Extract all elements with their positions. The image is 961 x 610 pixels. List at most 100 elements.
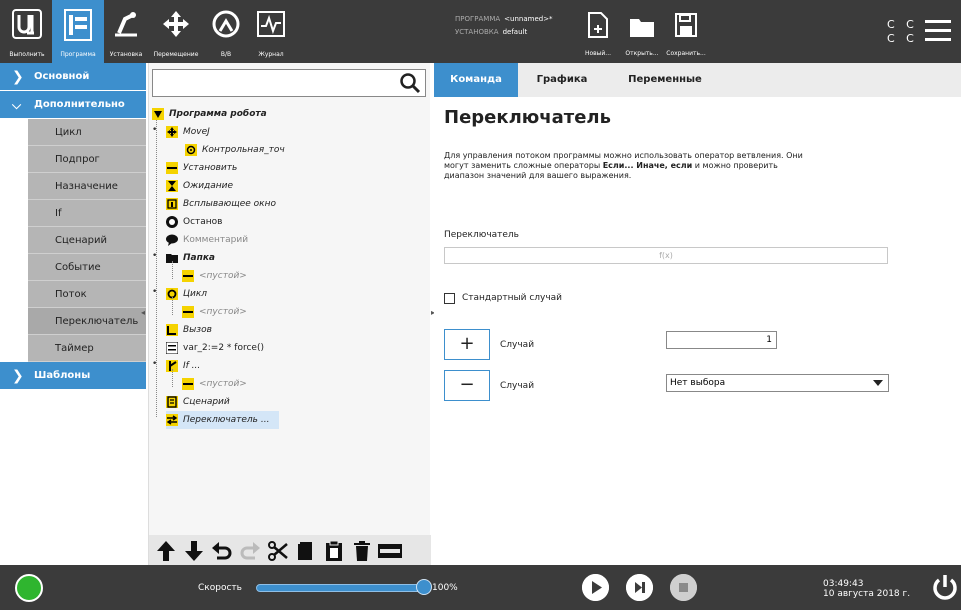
- suppress-icon[interactable]: [377, 540, 403, 562]
- ur-logo-icon: [12, 9, 42, 43]
- sidebar-item-timer[interactable]: Таймер: [28, 335, 146, 362]
- sidebar-item-loop[interactable]: Цикл: [28, 119, 146, 146]
- paste-icon[interactable]: [323, 540, 345, 562]
- stop-button[interactable]: [670, 574, 697, 601]
- tree-node-label: Контрольная_точ: [202, 145, 285, 155]
- tab-variables[interactable]: Переменные: [606, 63, 724, 97]
- move-icon: [166, 126, 178, 138]
- move-down-icon[interactable]: [183, 540, 205, 562]
- redo-icon[interactable]: [239, 540, 261, 562]
- nav-program[interactable]: Программа: [52, 0, 104, 63]
- case-select-dropdown[interactable]: Нет выбора: [666, 374, 889, 392]
- tree-node-script[interactable]: Сценарий: [166, 393, 406, 411]
- speed-slider-track[interactable]: [256, 584, 426, 592]
- new-file-icon: [587, 12, 609, 42]
- sidebar-category-advanced[interactable]: ⌵ Дополнительно: [0, 91, 146, 119]
- waypoint-icon: [185, 144, 197, 156]
- tree-node-halt[interactable]: Останов: [166, 213, 406, 231]
- remove-case-button[interactable]: −: [444, 370, 490, 401]
- installation-icon: [111, 9, 141, 43]
- tree-node-empty[interactable]: <пустой>: [182, 303, 402, 321]
- undo-icon[interactable]: [211, 540, 233, 562]
- nav-run[interactable]: Выполнить: [4, 0, 50, 63]
- save-button[interactable]: Сохранить...: [666, 8, 706, 58]
- speed-label: Скорость: [198, 583, 242, 593]
- tree-node-label: Всплывающее окно: [183, 199, 277, 209]
- hamburger-menu-icon[interactable]: [925, 20, 951, 42]
- open-button[interactable]: Открыть...: [622, 8, 662, 58]
- power-icon[interactable]: [932, 574, 958, 606]
- play-button[interactable]: [582, 574, 609, 601]
- tree-node-assignment[interactable]: var_2:=2 * force(): [165, 339, 406, 357]
- switch-icon: [166, 414, 178, 426]
- cut-icon[interactable]: [267, 540, 289, 562]
- call-icon: [166, 324, 178, 336]
- clock-date: 10 августа 2018 г.: [823, 589, 911, 599]
- tree-node-comment[interactable]: Комментарий: [166, 231, 406, 249]
- program-info: ПРОГРАММА <unnamed>* УСТАНОВКА default: [455, 13, 553, 39]
- tree-node-loop[interactable]: Цикл: [166, 285, 406, 303]
- clock-time: 03:49:43: [823, 579, 864, 589]
- sidebar-category-templates[interactable]: ❯ Шаблоны: [0, 362, 146, 390]
- nav-move[interactable]: Перемещение: [148, 0, 204, 63]
- sidebar-item-subprogram[interactable]: Подпрог: [28, 146, 146, 173]
- chevron-right-icon: ❯: [12, 368, 24, 384]
- nav-io[interactable]: В/В: [206, 0, 246, 63]
- tree-node-wait[interactable]: Ожидание: [166, 177, 406, 195]
- sidebar-item-if[interactable]: If: [28, 200, 146, 227]
- switch-expression-label: Переключатель: [444, 230, 519, 240]
- tree-root[interactable]: Программа робота: [152, 105, 412, 123]
- tree-root-label: Программа робота: [169, 109, 267, 119]
- tree-node-call[interactable]: Вызов: [166, 321, 406, 339]
- tree-node-movej[interactable]: MoveJ: [166, 123, 406, 141]
- move-icon: [161, 9, 191, 43]
- expand-arrow-icon: [152, 108, 164, 120]
- sidebar-item-thread[interactable]: Поток: [28, 281, 146, 308]
- delete-icon[interactable]: [351, 540, 373, 562]
- tree-node-waypoint[interactable]: Контрольная_точ: [185, 141, 405, 159]
- case-value-input[interactable]: 1: [666, 331, 777, 349]
- sidebar-item-event[interactable]: Событие: [28, 254, 146, 281]
- robot-status-indicator[interactable]: [15, 574, 43, 602]
- set-icon: [166, 162, 178, 174]
- tab-graphics[interactable]: Графика: [518, 63, 606, 97]
- tree-node-label: Вызов: [183, 325, 212, 335]
- nav-log[interactable]: Журнал: [250, 0, 292, 63]
- new-button[interactable]: Новый...: [578, 8, 618, 58]
- empty-placeholder-icon: [182, 378, 194, 390]
- default-case-checkbox[interactable]: [444, 293, 455, 304]
- description-text: и можно проверить: [692, 161, 778, 170]
- case-select-value: Нет выбора: [670, 378, 726, 388]
- program-label: ПРОГРАММА: [455, 15, 501, 23]
- tree-node-set[interactable]: Установить: [166, 159, 406, 177]
- sidebar-category-basic[interactable]: ❯ Основной: [0, 63, 146, 91]
- speed-control-indicator[interactable]: C C C C: [887, 18, 918, 46]
- collapse-sidebar-handle[interactable]: ◂: [141, 308, 145, 317]
- speed-slider-handle[interactable]: [416, 579, 432, 595]
- sidebar-item-switch[interactable]: Переключатель: [28, 308, 146, 335]
- tree-node-switch[interactable]: Переключатель ...: [166, 411, 279, 429]
- nav-installation[interactable]: Установка: [106, 0, 146, 63]
- bottom-bar: Скорость 100% 03:49:43 10 августа 2018 г…: [0, 565, 961, 610]
- tree-node-empty[interactable]: <пустой>: [182, 375, 402, 393]
- tree-node-label: Папка: [183, 253, 216, 263]
- stop-hand-icon: [166, 216, 178, 228]
- add-case-button[interactable]: +: [444, 329, 490, 360]
- tree-node-popup[interactable]: Всплывающее окно: [166, 195, 406, 213]
- script-icon: [166, 396, 178, 408]
- log-icon: [256, 9, 286, 43]
- copy-icon[interactable]: [295, 540, 317, 562]
- tree-node-empty[interactable]: <пустой>: [182, 267, 402, 285]
- pin-icon: •: [152, 251, 158, 261]
- sidebar-item-assignment[interactable]: Назначение: [28, 173, 146, 200]
- tree-search-input[interactable]: [152, 69, 426, 97]
- step-button[interactable]: [626, 574, 653, 601]
- tab-command[interactable]: Команда: [434, 63, 518, 97]
- switch-expression-field[interactable]: f(x): [444, 247, 888, 264]
- sidebar-item-script[interactable]: Сценарий: [28, 227, 146, 254]
- pin-icon: •: [152, 287, 158, 297]
- tree-node-if[interactable]: If ...: [166, 357, 406, 375]
- move-up-icon[interactable]: [155, 540, 177, 562]
- tree-node-label: Сценарий: [183, 397, 230, 407]
- tree-node-folder[interactable]: Папка: [166, 249, 406, 267]
